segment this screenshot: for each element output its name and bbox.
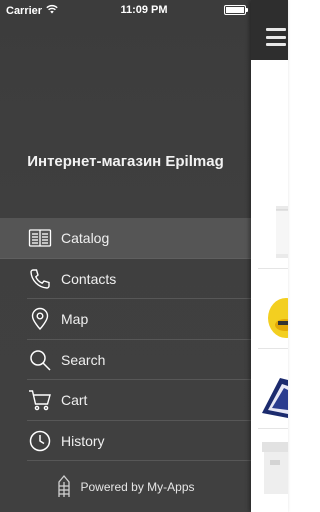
menu-item-contacts[interactable]: Contacts xyxy=(0,259,251,300)
menu-item-history[interactable]: History xyxy=(0,421,251,462)
product-thumbnail[interactable] xyxy=(258,280,288,345)
menu-label-history: History xyxy=(61,432,105,449)
carrier-label: Carrier xyxy=(6,4,43,17)
powered-by-label: Powered by My-Apps xyxy=(80,480,195,494)
side-drawer: Интернет-магазин Epilmag Catalog Contact… xyxy=(0,0,251,512)
product-thumbnail[interactable] xyxy=(258,196,288,266)
status-right xyxy=(224,5,248,15)
status-bar: Carrier 11:09 PM xyxy=(0,0,288,20)
map-pin-icon xyxy=(28,307,52,331)
powered-by-footer[interactable]: Powered by My-Apps xyxy=(0,462,251,512)
menu-label-map: Map xyxy=(61,311,89,328)
list-separator xyxy=(258,268,288,269)
menu-label-cart: Cart xyxy=(61,392,88,409)
menu-label-contacts: Contacts xyxy=(61,270,117,287)
menu-item-catalog[interactable]: Catalog xyxy=(0,218,251,259)
product-thumbnail[interactable] xyxy=(258,358,288,424)
menu-item-map[interactable]: Map xyxy=(0,299,251,340)
battery-icon xyxy=(224,5,248,15)
clock-icon xyxy=(28,429,52,453)
drawer-menu: Catalog Contacts Map Search Cart History xyxy=(0,218,251,461)
myapps-logo-icon xyxy=(56,474,72,501)
product-thumbnail[interactable] xyxy=(258,438,288,498)
search-icon xyxy=(28,348,52,372)
shop-title: Интернет-магазин Epilmag xyxy=(27,153,224,170)
wifi-icon xyxy=(46,4,58,17)
list-separator xyxy=(258,348,288,349)
book-icon xyxy=(28,226,52,250)
phone-icon xyxy=(28,267,52,291)
menu-item-search[interactable]: Search xyxy=(0,340,251,381)
list-separator xyxy=(258,428,288,429)
menu-label-search: Search xyxy=(61,351,106,368)
menu-toggle-icon[interactable] xyxy=(266,28,286,46)
menu-label-catalog: Catalog xyxy=(61,230,110,247)
status-left: Carrier xyxy=(6,4,58,17)
menu-item-cart[interactable]: Cart xyxy=(0,380,251,421)
cart-icon xyxy=(28,388,52,412)
